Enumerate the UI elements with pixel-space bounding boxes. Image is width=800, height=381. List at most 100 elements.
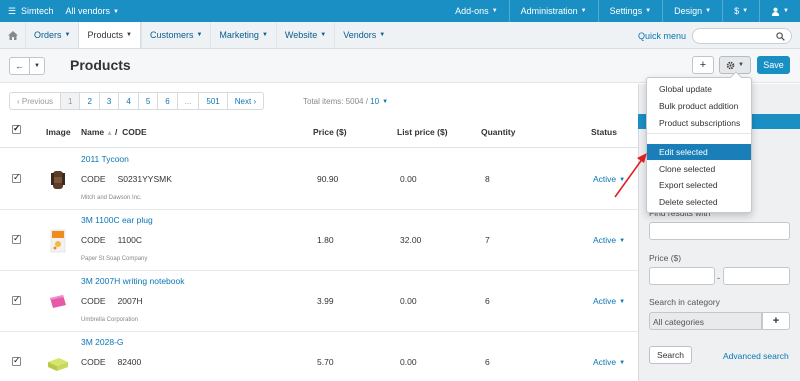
add-category-button[interactable]: + bbox=[762, 312, 790, 330]
column-status[interactable]: Status bbox=[591, 127, 617, 137]
product-list-price[interactable]: 0.00 bbox=[400, 296, 417, 306]
home-icon[interactable] bbox=[0, 22, 25, 48]
code-value[interactable]: S0231YYSMK bbox=[118, 174, 172, 184]
price-label: Price ($) bbox=[649, 253, 682, 263]
code-value[interactable]: 2007H bbox=[118, 296, 143, 306]
find-results-input[interactable] bbox=[649, 222, 790, 240]
product-price[interactable]: 90.90 bbox=[317, 174, 338, 184]
menu-item-product-subscriptions[interactable]: Product subscriptions bbox=[647, 115, 751, 131]
nav-orders[interactable]: Orders ▼ bbox=[25, 22, 78, 48]
chevron-down-icon: ▼ bbox=[783, 8, 789, 14]
add-product-button[interactable]: + bbox=[692, 56, 714, 74]
code-value[interactable]: 82400 bbox=[118, 357, 142, 367]
nav-products[interactable]: Products ▼ bbox=[78, 22, 141, 48]
back-button[interactable]: ← ▼ bbox=[9, 57, 45, 75]
quick-menu-link[interactable]: Quick menu bbox=[638, 22, 686, 49]
pagination-page[interactable]: 4 bbox=[118, 93, 137, 109]
topbar-currency[interactable]: $ ▼ bbox=[723, 0, 759, 22]
product-thumbnail[interactable] bbox=[45, 289, 71, 315]
nav-vendors[interactable]: Vendors ▼ bbox=[334, 22, 393, 48]
pagination-page[interactable]: 1 bbox=[60, 93, 80, 109]
category-select[interactable]: All categories bbox=[649, 312, 762, 330]
per-page-selector[interactable]: 10 ▼ bbox=[370, 97, 388, 106]
product-code: CODE 2007H bbox=[81, 296, 143, 306]
advanced-search-link[interactable]: Advanced search bbox=[723, 351, 789, 361]
product-price[interactable]: 1.80 bbox=[317, 235, 334, 245]
column-price[interactable]: Price ($) bbox=[313, 127, 347, 137]
status-dropdown[interactable]: Active ▼ bbox=[593, 235, 625, 245]
product-quantity[interactable]: 6 bbox=[485, 296, 490, 306]
pagination-previous[interactable]: ‹ Previous bbox=[10, 93, 60, 109]
menu-item-delete-selected[interactable]: Delete selected bbox=[647, 194, 751, 210]
vendor-selector[interactable]: All vendors ▼ bbox=[66, 6, 119, 16]
category-label: Search in category bbox=[649, 297, 720, 307]
search-input[interactable] bbox=[692, 28, 792, 44]
column-quantity[interactable]: Quantity bbox=[481, 127, 515, 137]
price-from-input[interactable] bbox=[649, 267, 715, 285]
brand-menu[interactable]: ☰ Simtech bbox=[0, 6, 54, 17]
row-checkbox[interactable] bbox=[12, 172, 21, 183]
pagination-next[interactable]: Next › bbox=[226, 93, 263, 109]
product-list-price[interactable]: 0.00 bbox=[400, 174, 417, 184]
topbar-design[interactable]: Design ▼ bbox=[663, 0, 722, 22]
product-thumbnail[interactable] bbox=[45, 228, 71, 254]
menu-item-clone-selected[interactable]: Clone selected bbox=[647, 161, 751, 177]
arrow-left-icon[interactable]: ← bbox=[10, 58, 30, 74]
product-name-link[interactable]: 3M 2028-G bbox=[81, 337, 124, 347]
topbar-user[interactable]: ▼ bbox=[760, 0, 800, 22]
code-value[interactable]: 1100C bbox=[118, 235, 142, 245]
product-name-link[interactable]: 3M 2007H writing notebook bbox=[81, 276, 184, 286]
row-checkbox[interactable] bbox=[12, 294, 21, 305]
product-thumbnail[interactable] bbox=[45, 350, 71, 376]
nav-vendors-label: Vendors bbox=[343, 30, 377, 40]
product-price[interactable]: 3.99 bbox=[317, 296, 334, 306]
product-thumbnail[interactable] bbox=[45, 167, 71, 193]
chevron-down-icon[interactable]: ▼ bbox=[30, 58, 44, 74]
column-name-code[interactable]: Name ▲ / CODE bbox=[81, 127, 147, 137]
menu-item-export-selected[interactable]: Export selected bbox=[647, 177, 751, 193]
pagination-page[interactable]: 5 bbox=[137, 93, 157, 109]
menu-item-global-update[interactable]: Global update bbox=[647, 81, 751, 97]
search-icon[interactable] bbox=[776, 31, 785, 41]
chevron-down-icon: ▼ bbox=[738, 62, 744, 68]
menu-item-edit-selected[interactable]: Edit selected bbox=[647, 144, 751, 160]
total-items-label: Total items: 5004 / bbox=[303, 97, 368, 106]
product-quantity[interactable]: 8 bbox=[485, 174, 490, 184]
topbar-addons[interactable]: Add-ons ▼ bbox=[444, 0, 508, 22]
pagination-next-label: Next bbox=[234, 96, 252, 106]
save-button[interactable]: Save bbox=[757, 56, 790, 74]
chevron-down-icon: ▼ bbox=[196, 32, 203, 38]
chevron-down-icon: ▼ bbox=[580, 8, 587, 14]
sidebar-search-button[interactable]: Search bbox=[649, 346, 692, 364]
chevron-down-icon: ▼ bbox=[705, 8, 712, 14]
pagination-page[interactable]: 3 bbox=[98, 93, 118, 109]
product-quantity[interactable]: 7 bbox=[485, 235, 490, 245]
menu-item-bulk-product-addition[interactable]: Bulk product addition bbox=[647, 98, 751, 114]
product-price[interactable]: 5.70 bbox=[317, 357, 334, 367]
select-all-checkbox[interactable] bbox=[12, 123, 21, 136]
chevron-down-icon: ▼ bbox=[261, 32, 268, 38]
product-list-price[interactable]: 0.00 bbox=[400, 357, 417, 367]
page-title: Products bbox=[70, 57, 131, 73]
row-checkbox[interactable] bbox=[12, 355, 21, 366]
nav-website[interactable]: Website ▼ bbox=[275, 22, 334, 48]
pagination-page[interactable]: 501 bbox=[198, 93, 226, 109]
pagination-page[interactable]: 2 bbox=[79, 93, 98, 109]
nav-customers[interactable]: Customers ▼ bbox=[140, 22, 210, 48]
status-dropdown[interactable]: Active ▼ bbox=[593, 296, 625, 306]
product-list-price[interactable]: 32.00 bbox=[400, 235, 421, 245]
price-to-input[interactable] bbox=[723, 267, 790, 285]
product-quantity[interactable]: 6 bbox=[485, 357, 490, 367]
product-name-link[interactable]: 2011 Tycoon bbox=[81, 154, 129, 164]
nav-website-label: Website bbox=[284, 30, 318, 40]
pagination-page[interactable]: 6 bbox=[157, 93, 176, 109]
topbar-administration[interactable]: Administration ▼ bbox=[510, 0, 598, 22]
topbar-settings[interactable]: Settings ▼ bbox=[599, 0, 662, 22]
nav-marketing[interactable]: Marketing ▼ bbox=[210, 22, 275, 48]
column-list-price[interactable]: List price ($) bbox=[397, 127, 448, 137]
row-checkbox[interactable] bbox=[12, 233, 21, 244]
status-dropdown[interactable]: Active ▼ bbox=[593, 357, 625, 367]
product-name-link[interactable]: 3M 1100C ear plug bbox=[81, 215, 153, 225]
pagination: ‹ Previous 1 2 3 4 5 6 ... 501 Next › bbox=[9, 92, 265, 110]
nav-marketing-label: Marketing bbox=[219, 30, 259, 40]
